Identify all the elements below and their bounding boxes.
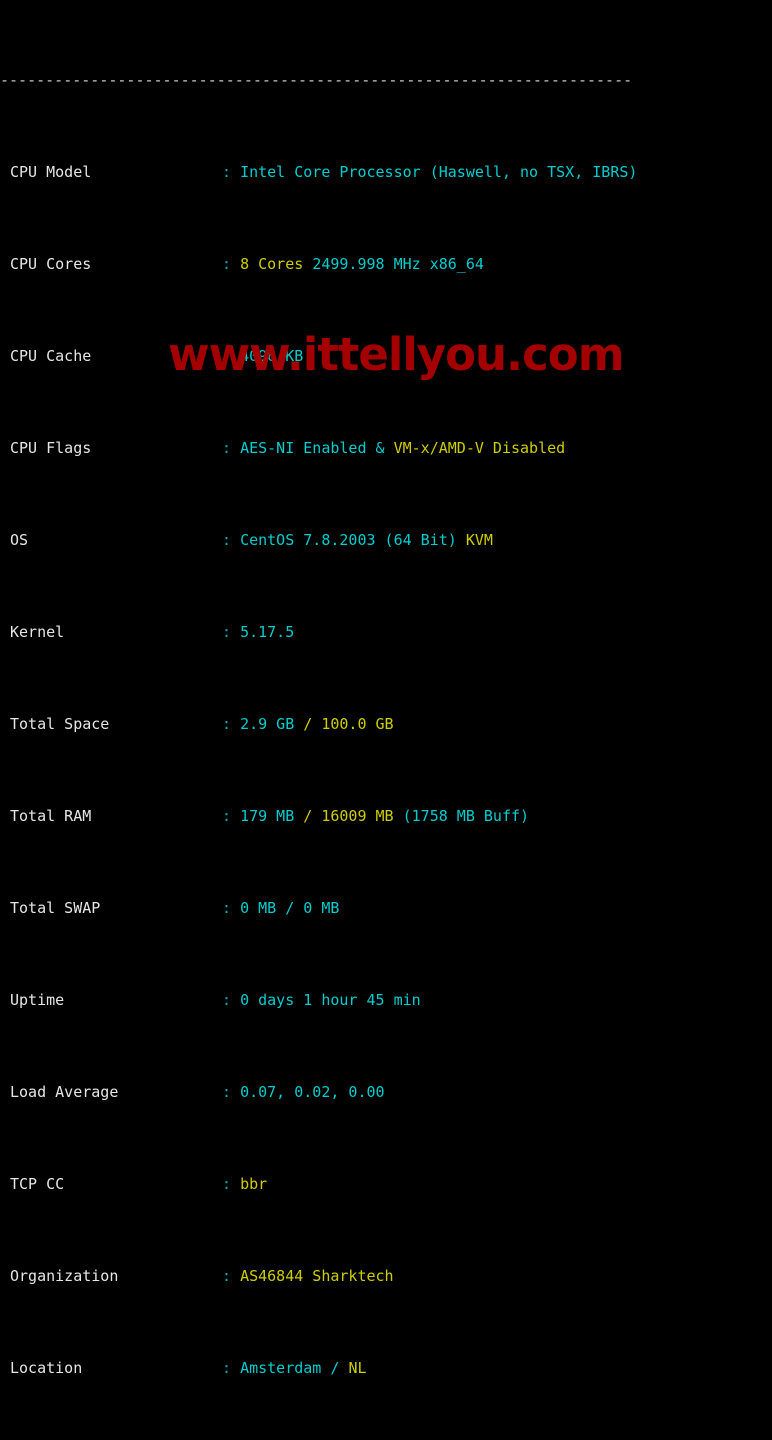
value-ram-used: 179 MB <box>240 807 295 825</box>
colon: : <box>222 439 232 457</box>
row-os: OS: CentOS 7.8.2003 (64 Bit) KVM <box>0 529 772 552</box>
row-total-space: Total Space: 2.9 GB / 100.0 GB <box>0 713 772 736</box>
value-space-total: / 100.0 GB <box>303 715 394 733</box>
value-cpu-cores-count: 8 Cores <box>240 255 304 273</box>
label-total-ram: Total RAM <box>10 807 92 825</box>
label-load-average: Load Average <box>10 1083 119 1101</box>
label-tcp-cc: TCP CC <box>10 1175 65 1193</box>
label-organization: Organization <box>10 1267 119 1285</box>
row-load-average: Load Average: 0.07, 0.02, 0.00 <box>0 1081 772 1104</box>
row-organization: Organization: AS46844 Sharktech <box>0 1265 772 1288</box>
row-uptime: Uptime: 0 days 1 hour 45 min <box>0 989 772 1012</box>
value-os-virt: KVM <box>465 531 493 549</box>
value-cpu-cache: 4096 KB <box>240 347 304 365</box>
row-cpu-cache: CPU Cache: 4096 KB <box>0 345 772 368</box>
value-ram-buff: (1758 MB Buff) <box>402 807 530 825</box>
label-cpu-model: CPU Model <box>10 163 92 181</box>
separator-top: ----------------------------------------… <box>0 71 633 89</box>
value-ram-total: / 16009 MB <box>303 807 394 825</box>
value-cpu-model: Intel Core Processor (Haswell, no TSX, I… <box>240 163 638 181</box>
colon: : <box>222 623 232 641</box>
colon: : <box>222 807 232 825</box>
label-cpu-flags: CPU Flags <box>10 439 92 457</box>
value-total-swap: 0 MB / 0 MB <box>240 899 340 917</box>
colon: : <box>222 531 232 549</box>
label-uptime: Uptime <box>10 991 65 1009</box>
value-uptime: 0 days 1 hour 45 min <box>240 991 421 1009</box>
value-load-average: 0.07, 0.02, 0.00 <box>240 1083 385 1101</box>
value-space-used: 2.9 GB <box>240 715 295 733</box>
value-location-city: Amsterdam / <box>240 1359 340 1377</box>
terminal-output: ----------------------------------------… <box>0 0 772 1440</box>
value-location-country: NL <box>348 1359 367 1377</box>
row-location: Location: Amsterdam / NL <box>0 1357 772 1380</box>
label-location: Location <box>10 1359 83 1377</box>
row-cpu-cores: CPU Cores: 8 Cores 2499.998 MHz x86_64 <box>0 253 772 276</box>
row-cpu-model: CPU Model: Intel Core Processor (Haswell… <box>0 161 772 184</box>
label-cpu-cache: CPU Cache <box>10 347 92 365</box>
colon: : <box>222 347 232 365</box>
colon: : <box>222 899 232 917</box>
value-cpu-flags-aes: AES-NI Enabled & <box>240 439 385 457</box>
row-cpu-flags: CPU Flags: AES-NI Enabled & VM-x/AMD-V D… <box>0 437 772 460</box>
value-organization: AS46844 Sharktech <box>240 1267 394 1285</box>
colon: : <box>222 255 232 273</box>
colon: : <box>222 1267 232 1285</box>
colon: : <box>222 1175 232 1193</box>
value-tcp-cc: bbr <box>240 1175 268 1193</box>
colon: : <box>222 1083 232 1101</box>
label-os: OS <box>10 531 29 549</box>
colon: : <box>222 715 232 733</box>
row-total-ram: Total RAM: 179 MB / 16009 MB (1758 MB Bu… <box>0 805 772 828</box>
value-os-name: CentOS 7.8.2003 (64 Bit) <box>240 531 457 549</box>
colon: : <box>222 1359 232 1377</box>
value-cpu-cores-freq: 2499.998 MHz x86_64 <box>312 255 484 273</box>
label-cpu-cores: CPU Cores <box>10 255 92 273</box>
row-tcp-cc: TCP CC: bbr <box>0 1173 772 1196</box>
row-total-swap: Total SWAP: 0 MB / 0 MB <box>0 897 772 920</box>
label-total-swap: Total SWAP <box>10 899 101 917</box>
value-kernel: 5.17.5 <box>240 623 295 641</box>
colon: : <box>222 991 232 1009</box>
row-kernel: Kernel: 5.17.5 <box>0 621 772 644</box>
label-total-space: Total Space <box>10 715 110 733</box>
label-kernel: Kernel <box>10 623 65 641</box>
value-cpu-flags-vmx: VM-x/AMD-V Disabled <box>393 439 566 457</box>
colon: : <box>222 163 232 181</box>
